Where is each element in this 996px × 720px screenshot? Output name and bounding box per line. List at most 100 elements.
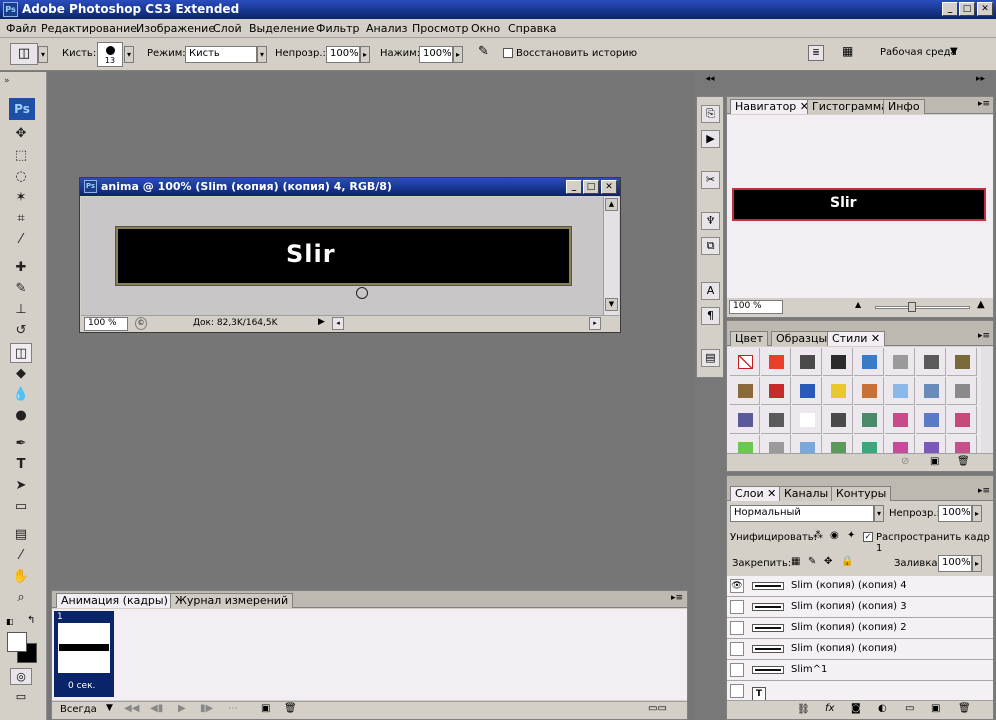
workspace-icon[interactable]: ▦ xyxy=(842,44,862,62)
layer-style-icon[interactable]: fx xyxy=(825,703,834,714)
panels-expand-icon[interactable]: ▸▸ xyxy=(976,74,985,84)
previous-frame-icon[interactable]: ◀▮ xyxy=(150,703,163,714)
tool-preset-dropdown[interactable]: ▾ xyxy=(38,46,48,63)
unify-position-icon[interactable]: ⁂ xyxy=(813,530,823,541)
style-swatch[interactable] xyxy=(885,348,915,376)
layer-row[interactable]: Slim (копия) (копия) 3 xyxy=(727,597,993,618)
eraser-tool-preset-icon[interactable]: ◫ xyxy=(10,43,38,65)
lasso-tool-icon[interactable]: ◌ xyxy=(10,167,32,187)
delete-frame-icon[interactable]: 🗑 xyxy=(284,703,297,714)
palette-well-icon[interactable]: ≣ xyxy=(808,45,824,61)
fill-input[interactable]: 100% xyxy=(938,555,972,572)
menu-view[interactable]: Просмотр xyxy=(412,22,468,35)
type-tool-icon[interactable]: T xyxy=(10,455,32,475)
maximize-button[interactable]: □ xyxy=(959,2,975,16)
screen-mode-icon[interactable]: ▭ xyxy=(10,690,32,707)
tab-channels[interactable]: Каналы xyxy=(779,486,834,501)
menu-filter[interactable]: Фильтр xyxy=(316,22,360,35)
menu-select[interactable]: Выделение xyxy=(249,22,315,35)
navigator-menu-icon[interactable]: ▸≡ xyxy=(978,99,990,109)
style-swatch[interactable] xyxy=(761,348,791,376)
slice-tool-icon[interactable]: ⁄ xyxy=(10,230,32,250)
scroll-right-icon[interactable]: ▸ xyxy=(589,317,601,330)
menu-edit[interactable]: Редактирование xyxy=(41,22,137,35)
style-swatch[interactable] xyxy=(761,406,791,434)
path-selection-tool-icon[interactable]: ➤ xyxy=(10,476,32,496)
tab-navigator[interactable]: Навигатор ✕ xyxy=(730,99,815,114)
pen-tool-icon[interactable]: ✒ xyxy=(10,434,32,454)
style-swatch[interactable] xyxy=(823,406,853,434)
visibility-toggle[interactable] xyxy=(730,621,744,635)
style-swatch[interactable] xyxy=(885,377,915,405)
style-swatch[interactable] xyxy=(854,377,884,405)
style-swatch[interactable] xyxy=(885,406,915,434)
navigator-preview[interactable]: Slir xyxy=(727,115,993,298)
visibility-toggle[interactable] xyxy=(730,684,744,698)
tab-color[interactable]: Цвет xyxy=(730,331,769,346)
play-icon[interactable]: ▶ xyxy=(178,703,186,714)
style-swatch[interactable] xyxy=(823,348,853,376)
photoshop-logo-icon[interactable]: Ps xyxy=(9,98,35,120)
quick-mask-icon[interactable]: ◎ xyxy=(10,668,32,685)
eraser-tool-icon[interactable]: ◫ xyxy=(10,343,32,363)
style-swatch[interactable] xyxy=(916,377,946,405)
status-info-icon[interactable]: © xyxy=(135,317,147,330)
rectangle-tool-icon[interactable]: ▭ xyxy=(10,497,32,517)
panel-menu-icon[interactable]: ▸≡ xyxy=(671,593,683,603)
convert-timeline-icon[interactable]: ▭▭ xyxy=(648,703,667,714)
brush-picker[interactable]: 13 xyxy=(97,42,123,67)
lock-pixels-icon[interactable]: ✎ xyxy=(808,556,816,567)
layer-row[interactable]: Slim (копия) (копия) xyxy=(727,639,993,660)
airbrush-icon[interactable]: ✎ xyxy=(478,44,496,62)
default-colors-icon[interactable]: ◧ xyxy=(6,617,14,626)
style-swatch[interactable] xyxy=(885,435,915,453)
style-swatch[interactable] xyxy=(792,406,822,434)
layer-comps-panel-icon[interactable]: ▤ xyxy=(701,349,720,367)
blend-mode-dropdown-icon[interactable]: ▾ xyxy=(874,505,884,522)
lock-transparency-icon[interactable]: ▦ xyxy=(791,556,800,567)
opacity-slider-arrow[interactable]: ▸ xyxy=(360,46,370,63)
styles-menu-icon[interactable]: ▸≡ xyxy=(978,331,990,341)
flow-input[interactable]: 100% xyxy=(419,46,453,63)
style-swatch[interactable] xyxy=(947,435,977,453)
style-swatch[interactable] xyxy=(730,377,760,405)
tab-styles[interactable]: Стили ✕ xyxy=(827,331,886,346)
style-swatch[interactable] xyxy=(730,406,760,434)
scroll-up-icon[interactable]: ▲ xyxy=(605,198,618,211)
scroll-left-icon[interactable]: ◂ xyxy=(332,317,344,330)
status-menu-arrow-icon[interactable]: ▶ xyxy=(318,317,329,330)
lock-position-icon[interactable]: ✥ xyxy=(824,556,832,567)
frame-delay[interactable]: 0 сек. xyxy=(68,681,95,691)
delete-style-icon[interactable]: 🗑 xyxy=(957,456,970,467)
brushes-panel-icon[interactable]: ♆ xyxy=(701,212,720,230)
navigator-zoom-input[interactable]: 100 % xyxy=(729,300,783,314)
new-layer-icon[interactable]: ▣ xyxy=(931,703,940,714)
tab-info[interactable]: Инфо xyxy=(883,99,925,114)
style-swatch[interactable] xyxy=(854,406,884,434)
document-canvas[interactable]: Slir xyxy=(81,197,603,315)
mode-dropdown-arrow[interactable]: ▾ xyxy=(257,46,267,63)
visibility-eye-icon[interactable]: 👁 xyxy=(730,579,744,593)
character-panel-icon[interactable]: A xyxy=(701,282,720,300)
style-swatch[interactable] xyxy=(730,435,760,453)
menu-analysis[interactable]: Анализ xyxy=(366,22,408,35)
close-button[interactable]: ✕ xyxy=(977,2,993,16)
blur-tool-icon[interactable]: 💧 xyxy=(10,385,32,405)
layer-row-partial[interactable]: T xyxy=(727,681,993,700)
tab-histogram[interactable]: Гистограмма xyxy=(807,99,893,114)
unify-style-icon[interactable]: ✦ xyxy=(847,530,855,541)
doc-close-button[interactable]: ✕ xyxy=(601,180,617,194)
animation-frame[interactable]: 1 0 сек. xyxy=(54,611,114,697)
style-swatch[interactable] xyxy=(854,435,884,453)
loop-select[interactable]: Всегда xyxy=(60,704,97,715)
styles-scrollbar[interactable] xyxy=(981,347,993,453)
style-swatch[interactable] xyxy=(916,435,946,453)
tab-measurement-log[interactable]: Журнал измерений xyxy=(170,593,294,608)
first-frame-icon[interactable]: ◀◀ xyxy=(124,703,139,714)
visibility-toggle[interactable] xyxy=(730,663,744,677)
paint-bucket-tool-icon[interactable]: ◆ xyxy=(10,364,32,384)
vertical-scrollbar[interactable]: ▲ ▼ xyxy=(603,197,619,315)
hand-tool-icon[interactable]: ✋ xyxy=(10,567,32,587)
clone-stamp-tool-icon[interactable]: ⊥ xyxy=(10,300,32,320)
opacity-input[interactable]: 100% xyxy=(326,46,360,63)
